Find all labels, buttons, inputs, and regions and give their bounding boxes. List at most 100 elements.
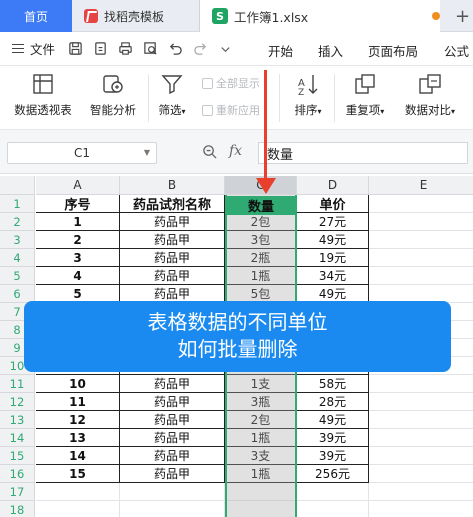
table-cell[interactable]: 2包 — [225, 213, 297, 231]
name-box-dropdown-icon[interactable]: ▼ — [144, 148, 150, 157]
empty-cell[interactable] — [297, 501, 369, 517]
save-icon[interactable] — [67, 41, 83, 57]
table-cell[interactable]: 药品甲 — [120, 213, 225, 231]
row-header[interactable]: 12 — [0, 393, 35, 411]
row-header[interactable]: 2 — [0, 213, 35, 231]
empty-cell[interactable] — [120, 483, 225, 501]
table-cell[interactable]: 13 — [36, 429, 120, 447]
empty-cell[interactable] — [369, 465, 473, 483]
table-cell[interactable]: 3瓶 — [225, 393, 297, 411]
row-header[interactable]: 17 — [0, 483, 35, 501]
table-cell[interactable]: 药品甲 — [120, 465, 225, 483]
table-cell[interactable]: 19元 — [297, 249, 369, 267]
table-cell[interactable]: 药品甲 — [120, 411, 225, 429]
table-header-cell[interactable]: 单价 — [297, 195, 369, 213]
tab-workbook[interactable]: S 工作簿1.xlsx — [200, 0, 440, 32]
empty-cell[interactable] — [369, 375, 473, 393]
row-header[interactable]: 13 — [0, 411, 35, 429]
customize-dropdown-icon[interactable] — [217, 41, 233, 57]
empty-cell[interactable] — [297, 483, 369, 501]
empty-cell[interactable] — [120, 501, 225, 517]
table-cell[interactable]: 2 — [36, 231, 120, 249]
export-icon[interactable] — [92, 41, 108, 57]
column-header-d[interactable]: D — [297, 176, 369, 195]
table-cell[interactable]: 2包 — [225, 411, 297, 429]
table-cell[interactable]: 1瓶 — [225, 267, 297, 285]
row-header[interactable]: 5 — [0, 267, 35, 285]
table-cell[interactable]: 3包 — [225, 231, 297, 249]
new-tab-button[interactable]: + — [455, 6, 470, 27]
zoom-icon[interactable] — [202, 144, 217, 159]
table-header-cell[interactable]: 序号 — [36, 195, 120, 213]
sort-button[interactable]: AZ 排序▾ — [286, 70, 330, 118]
data-compare-button[interactable]: 数据对比▾ — [396, 70, 464, 118]
table-cell[interactable]: 27元 — [297, 213, 369, 231]
table-cell[interactable]: 12 — [36, 411, 120, 429]
row-header[interactable]: 18 — [0, 501, 35, 517]
empty-cell[interactable] — [369, 483, 473, 501]
table-cell[interactable]: 药品甲 — [120, 267, 225, 285]
fx-icon[interactable]: fx — [229, 143, 242, 159]
table-cell[interactable]: 15 — [36, 465, 120, 483]
empty-cell[interactable] — [225, 483, 297, 501]
table-cell[interactable]: 39元 — [297, 429, 369, 447]
name-box[interactable]: C1 ▼ — [7, 142, 157, 164]
table-cell[interactable]: 14 — [36, 447, 120, 465]
tab-home[interactable]: 首页 — [0, 0, 72, 32]
empty-cell[interactable] — [369, 249, 473, 267]
table-cell[interactable]: 58元 — [297, 375, 369, 393]
empty-cell[interactable] — [369, 195, 473, 213]
table-cell[interactable]: 药品甲 — [120, 447, 225, 465]
table-cell[interactable]: 1支 — [225, 375, 297, 393]
menu-page-layout[interactable]: 页面布局 — [368, 41, 428, 60]
table-cell[interactable]: 10 — [36, 375, 120, 393]
empty-cell[interactable] — [369, 411, 473, 429]
duplicates-button[interactable]: 重复项▾ — [338, 70, 392, 118]
active-cell-c1[interactable]: 数量 — [225, 196, 297, 215]
row-header[interactable]: 15 — [0, 447, 35, 465]
table-cell[interactable]: 49元 — [297, 411, 369, 429]
table-cell[interactable]: 2瓶 — [225, 249, 297, 267]
column-header-a[interactable]: A — [36, 176, 120, 195]
empty-cell[interactable] — [369, 267, 473, 285]
row-header[interactable]: 4 — [0, 249, 35, 267]
menu-formula[interactable]: 公式 — [444, 41, 473, 60]
table-cell[interactable]: 28元 — [297, 393, 369, 411]
row-header[interactable]: 1 — [0, 195, 35, 213]
table-cell[interactable]: 3 — [36, 249, 120, 267]
table-cell[interactable]: 34元 — [297, 267, 369, 285]
select-all-corner[interactable] — [0, 176, 35, 195]
file-menu[interactable]: 文件 — [12, 39, 55, 58]
table-cell[interactable]: 1瓶 — [225, 465, 297, 483]
empty-cell[interactable] — [369, 231, 473, 249]
table-cell[interactable]: 256元 — [297, 465, 369, 483]
table-cell[interactable]: 药品甲 — [120, 393, 225, 411]
empty-cell[interactable] — [369, 429, 473, 447]
table-cell[interactable]: 49元 — [297, 231, 369, 249]
tab-template[interactable]: 找稻壳模板 — [72, 0, 200, 32]
undo-icon[interactable] — [167, 41, 183, 57]
table-cell[interactable]: 药品甲 — [120, 429, 225, 447]
empty-cell[interactable] — [369, 393, 473, 411]
table-cell[interactable]: 药品甲 — [120, 249, 225, 267]
filter-button[interactable]: 筛选▾ — [152, 70, 192, 118]
row-header[interactable]: 14 — [0, 429, 35, 447]
show-all-button[interactable]: 全部显示 — [202, 75, 260, 91]
column-header-e[interactable]: E — [369, 176, 473, 195]
redo-icon[interactable] — [192, 41, 208, 57]
reapply-button[interactable]: 重新应用 — [202, 102, 260, 118]
empty-cell[interactable] — [36, 501, 120, 517]
row-header[interactable]: 11 — [0, 375, 35, 393]
table-cell[interactable]: 药品甲 — [120, 375, 225, 393]
table-cell[interactable]: 药品甲 — [120, 231, 225, 249]
empty-cell[interactable] — [225, 501, 297, 517]
print-icon[interactable] — [117, 41, 133, 57]
table-cell[interactable]: 3支 — [225, 447, 297, 465]
empty-cell[interactable] — [36, 483, 120, 501]
menu-start[interactable]: 开始 — [268, 41, 298, 60]
table-cell[interactable]: 39元 — [297, 447, 369, 465]
table-cell[interactable]: 1瓶 — [225, 429, 297, 447]
formula-input[interactable]: 数量 — [258, 142, 468, 164]
pivot-table-button[interactable]: 数据透视表 — [8, 70, 78, 118]
empty-cell[interactable] — [369, 213, 473, 231]
